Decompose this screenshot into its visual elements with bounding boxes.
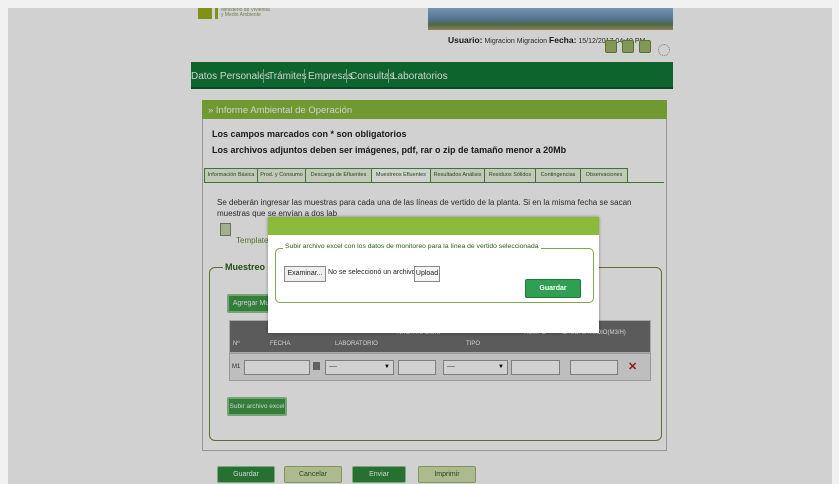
upload-button[interactable]: Upload	[414, 266, 440, 282]
upload-legend: Subir archivo excel con los datos de mon…	[283, 243, 541, 250]
modal-save-button[interactable]: Guardar	[525, 279, 581, 298]
browse-button[interactable]: Examinar...	[284, 266, 326, 282]
file-status-text: No se seleccionó un archivo.	[328, 269, 418, 276]
modal-header	[268, 217, 599, 235]
page: Ministerio de Vivienda y Medio Ambiente …	[8, 8, 832, 484]
